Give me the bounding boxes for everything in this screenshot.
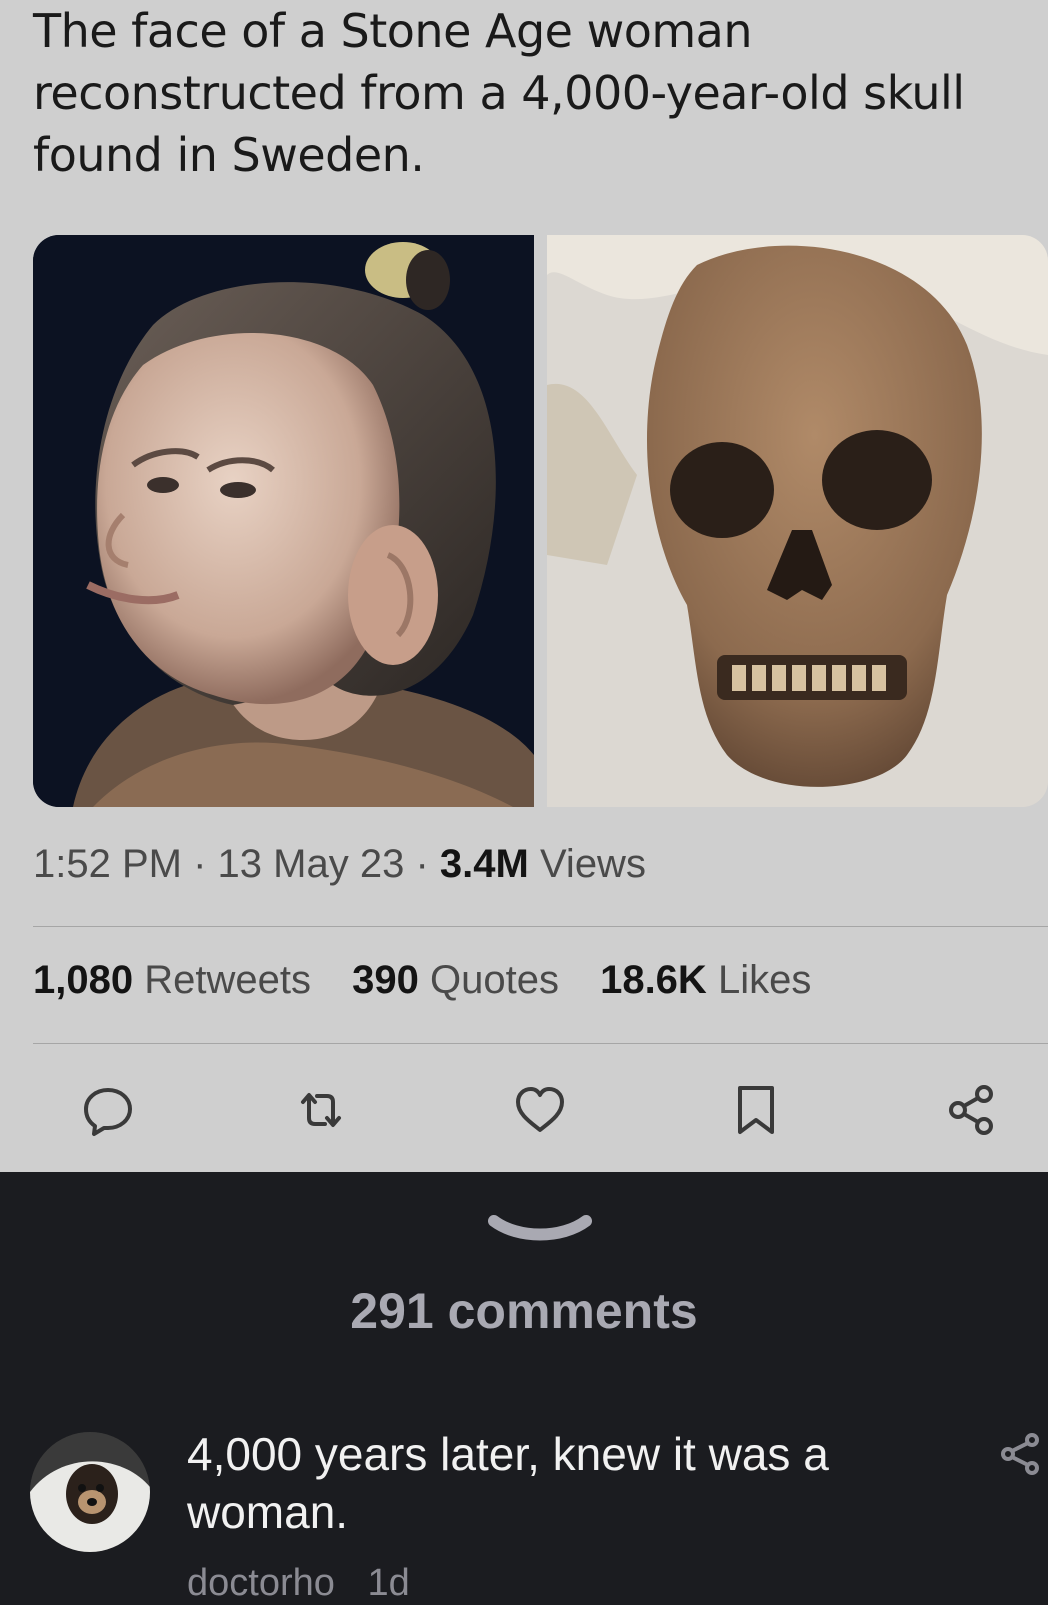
bookmark-icon: [738, 1086, 774, 1134]
likes-stat[interactable]: 18.6K Likes: [600, 958, 811, 1002]
comments-count: 291 comments: [350, 1283, 698, 1339]
retweets-count: 1,080: [33, 958, 134, 1002]
retweet-button[interactable]: [293, 1082, 349, 1138]
collapse-handle-icon[interactable]: [488, 1213, 592, 1249]
likes-count: 18.6K: [600, 958, 707, 1002]
meta-separator: ·: [415, 842, 429, 886]
likes-label: Likes: [717, 958, 812, 1002]
meta-separator: ·: [193, 842, 207, 886]
tweet-date: 13 May 23: [217, 842, 405, 886]
reply-button[interactable]: [80, 1082, 136, 1138]
comment-author[interactable]: doctorho: [187, 1562, 335, 1604]
tweet-text: The face of a Stone Age woman reconstruc…: [33, 4, 965, 182]
tweet-meta: 1:52 PM · 13 May 23 · 3.4M Views: [33, 842, 646, 887]
reconstructed-face-photo[interactable]: [33, 235, 534, 807]
tweet-time: 1:52 PM: [33, 842, 182, 886]
views-label: Views: [539, 842, 646, 886]
like-icon: [516, 1087, 564, 1132]
quotes-count: 390: [352, 958, 419, 1002]
divider: [33, 926, 1048, 927]
retweets-stat[interactable]: 1,080 Retweets: [33, 958, 322, 1002]
share-button[interactable]: [944, 1082, 1000, 1138]
comment-share-icon[interactable]: [1000, 1432, 1040, 1476]
divider: [33, 1043, 1048, 1044]
tweet-card: The face of a Stone Age woman reconstruc…: [0, 0, 1048, 1172]
comment-age: 1d: [367, 1562, 410, 1604]
skull-photo[interactable]: [547, 235, 1048, 807]
bookmark-button[interactable]: [728, 1082, 784, 1138]
quotes-label: Quotes: [429, 958, 559, 1002]
views-count: 3.4M: [439, 842, 529, 886]
share-icon: [949, 1085, 993, 1135]
retweet-icon: [301, 1093, 341, 1127]
comment-text: 4,000 years later, knew it was a woman.: [187, 1428, 829, 1538]
quotes-stat[interactable]: 390 Quotes: [352, 958, 570, 1002]
tweet-stats: 1,080 Retweets 390 Quotes 18.6K Likes: [33, 958, 841, 1003]
like-button[interactable]: [512, 1082, 568, 1138]
avatar[interactable]: [30, 1432, 150, 1552]
comment-meta: doctorho 1d: [187, 1562, 410, 1605]
retweets-label: Retweets: [144, 958, 311, 1002]
reply-icon: [84, 1088, 132, 1136]
